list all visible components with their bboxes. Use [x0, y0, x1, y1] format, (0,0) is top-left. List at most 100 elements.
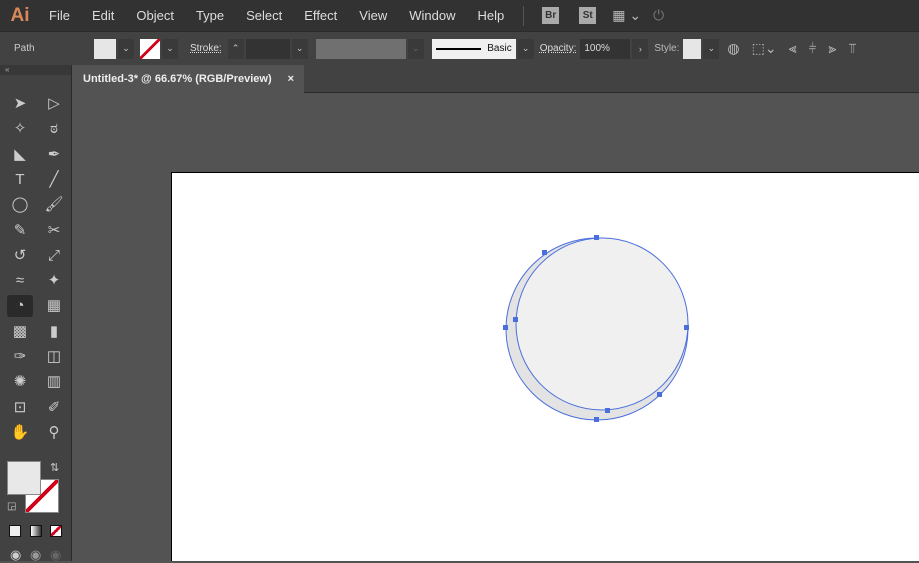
artboard[interactable] [171, 172, 919, 561]
align-top-icon[interactable]: ⫪ [848, 40, 856, 57]
menu-edit[interactable]: Edit [81, 8, 125, 23]
variable-width-profile[interactable] [315, 38, 406, 59]
gradient-tool-icon[interactable]: ▮ [41, 321, 67, 343]
brush-definition[interactable]: Basic [431, 38, 516, 59]
menu-effect[interactable]: Effect [293, 8, 348, 23]
default-colors-icon[interactable]: ◲ [7, 501, 16, 512]
tool-row: ≈ ✦ [7, 270, 67, 292]
document-tab-title: Untitled-3* @ 66.67% (RGB/Preview) [83, 73, 272, 85]
app-logo: Ai [10, 4, 30, 26]
slice-tool-icon[interactable]: ✐ [41, 397, 67, 419]
tool-row: ✑ ◫ [7, 346, 67, 368]
line-segment-alt-tool-icon[interactable]: ◣ [7, 144, 33, 166]
eyedropper-tool-icon[interactable]: ✑ [7, 346, 33, 368]
ellipse-tool-icon[interactable]: ◯ [7, 194, 33, 216]
bridge-button[interactable]: Br [542, 7, 560, 24]
chevron-down-icon: ⌄ [407, 38, 424, 59]
color-mode-button[interactable] [9, 525, 21, 537]
align-center-icon[interactable]: ⫩ [808, 40, 816, 57]
tool-row: T ╱ [7, 169, 67, 191]
collapse-icon[interactable]: « [0, 65, 71, 75]
stroke-label[interactable]: Stroke: [190, 43, 222, 54]
tool-row: ◯ 🖌 [7, 194, 67, 216]
opacity-input[interactable]: 100% [580, 38, 631, 59]
chevron-down-icon[interactable]: ⌄ [118, 38, 134, 59]
chevron-right-icon[interactable]: › [632, 38, 649, 59]
gpu-performance-icon[interactable]: ⏻ [653, 7, 664, 24]
brush-name: Basic [487, 43, 512, 54]
graph-tool-icon[interactable]: ▥ [41, 371, 67, 393]
graphic-style-swatch[interactable] [683, 38, 702, 59]
paintbrush-tool-icon[interactable]: 🖌 [41, 194, 67, 216]
tool-row: ✧ ಠ [7, 118, 67, 140]
stroke-swatch-none[interactable] [140, 38, 160, 59]
lasso-tool-icon[interactable]: ಠ [41, 118, 67, 140]
tool-row: ◣ ✒ [7, 144, 67, 166]
fill-color-box[interactable] [7, 461, 41, 495]
scale-tool-icon[interactable]: ⤢ [41, 245, 67, 267]
tools-panel: « ➤ ▷ ✧ ಠ ◣ ✒ T ╱ ◯ 🖌 ✎ ✂ ↺ ⤢ ≈ ✦ ◔ ▦ ▩ ▮ ✑ ◫ ✺ ▥ ⊡ ✐ ✋ ⚲ ⇅ ◲ ◉ ◉ ◉ [0, 65, 72, 562]
menu-window[interactable]: Window [398, 8, 466, 23]
selection-tool-icon[interactable]: ➤ [7, 93, 33, 115]
menu-select[interactable]: Select [235, 8, 293, 23]
artwork [503, 235, 689, 422]
tool-row: ▩ ▮ [7, 321, 67, 343]
perspective-grid-tool-icon[interactable]: ▦ [41, 295, 67, 317]
tool-row: ✋ ⚲ [7, 422, 67, 444]
stroke-weight-stepper[interactable]: ⌃ [227, 38, 244, 59]
gradient-mode-button[interactable] [30, 525, 42, 537]
divider [523, 5, 525, 26]
align-right-icon[interactable]: ⫸ [829, 40, 837, 57]
stock-button[interactable]: St [579, 7, 597, 24]
close-tab-icon[interactable]: × [288, 73, 294, 85]
menu-object[interactable]: Object [125, 8, 185, 23]
stroke-weight-input[interactable] [245, 38, 290, 59]
shape-builder-tool-icon[interactable]: ◔ [7, 295, 33, 318]
direct-selection-tool-icon[interactable]: ▷ [41, 93, 67, 115]
puppet-warp-tool-icon[interactable]: ✦ [41, 270, 67, 292]
document-tab[interactable]: Untitled-3* @ 66.67% (RGB/Preview) × [74, 65, 304, 93]
align-left-icon[interactable]: ⫷ [789, 40, 797, 57]
pen-tool-icon[interactable]: ✒ [41, 144, 67, 166]
chevron-down-icon[interactable]: ⌄ [703, 38, 720, 59]
tool-row: ➤ ▷ [7, 93, 67, 115]
tool-row: ↺ ⤢ [7, 245, 67, 267]
workspace-layout-icon[interactable]: ▦ ⌄ [612, 7, 641, 24]
line-tool-icon[interactable]: ╱ [41, 169, 67, 191]
fill-swatch[interactable] [94, 38, 116, 59]
scissors-tool-icon[interactable]: ✂ [41, 220, 67, 242]
menu-help[interactable]: Help [466, 8, 515, 23]
rotate-tool-icon[interactable]: ↺ [7, 245, 33, 267]
blend-tool-icon[interactable]: ◫ [41, 346, 67, 368]
inner-circle-path[interactable] [515, 237, 689, 411]
tool-row: ✺ ▥ [7, 371, 67, 393]
blob-brush-tool-icon[interactable]: ✎ [7, 220, 33, 242]
menu-bar: Ai File Edit Object Type Select Effect V… [0, 0, 919, 31]
symbol-sprayer-tool-icon[interactable]: ✺ [7, 371, 33, 393]
magic-wand-tool-icon[interactable]: ✧ [7, 118, 33, 140]
type-tool-icon[interactable]: T [7, 169, 33, 191]
opacity-label[interactable]: Opacity: [540, 43, 577, 54]
menu-type[interactable]: Type [185, 8, 235, 23]
swap-colors-icon[interactable]: ⇅ [50, 461, 59, 474]
document-tabs: Untitled-3* @ 66.67% (RGB/Preview) × [74, 65, 919, 93]
tool-row: ⊡ ✐ [7, 397, 67, 419]
artboard-tool-icon[interactable]: ⊡ [7, 397, 33, 419]
hand-tool-icon[interactable]: ✋ [7, 422, 33, 444]
chevron-down-icon[interactable]: ⌄ [291, 38, 308, 59]
warp-tool-icon[interactable]: ≈ [7, 270, 33, 292]
menu-view[interactable]: View [348, 8, 398, 23]
tool-row: ✎ ✂ [7, 220, 67, 242]
menu-file[interactable]: File [38, 8, 81, 23]
mesh-tool-icon[interactable]: ▩ [7, 321, 33, 343]
control-bar: Path ⌄ ⌄ Stroke: ⌃ ⌄ ⌄ Basic ⌄ Opacity: … [0, 31, 919, 65]
none-mode-button[interactable] [50, 525, 62, 537]
recolor-artwork-icon[interactable]: ◍ [727, 40, 739, 57]
tool-row: ◔ ▦ [7, 295, 67, 318]
transform-icon[interactable]: ⬚⌄ [752, 40, 777, 57]
selection-type-label: Path [14, 43, 35, 54]
zoom-tool-icon[interactable]: ⚲ [41, 422, 67, 444]
chevron-down-icon[interactable]: ⌄ [162, 38, 178, 59]
chevron-down-icon[interactable]: ⌄ [517, 38, 534, 59]
style-label: Style: [654, 43, 680, 54]
